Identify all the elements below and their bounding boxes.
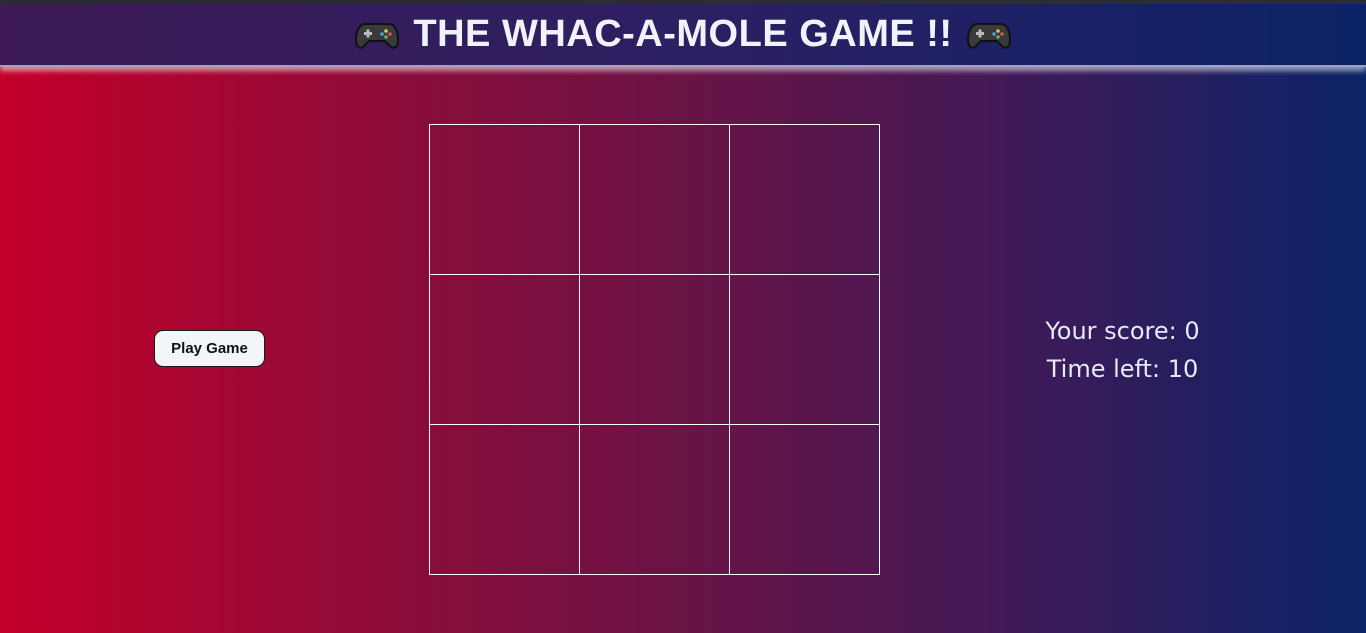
grid-cell[interactable] (728, 123, 880, 275)
grid-cell[interactable] (578, 123, 730, 275)
grid-cell[interactable] (428, 423, 580, 575)
page-title: THE WHAC-A-MOLE GAME !! (413, 13, 953, 55)
grid-cell[interactable] (578, 423, 730, 575)
score-label: Your score: (1045, 317, 1177, 345)
grid-cell[interactable] (578, 273, 730, 425)
score-value: 0 (1184, 317, 1200, 345)
gamepad-icon (966, 22, 1011, 49)
grid-cell[interactable] (728, 423, 880, 575)
time-value: 10 (1167, 355, 1199, 383)
mole-grid (428, 123, 880, 575)
play-game-button[interactable]: Play Game (154, 330, 265, 367)
page-header: THE WHAC-A-MOLE GAME !! (0, 4, 1366, 67)
time-label: Time left: (1046, 355, 1161, 383)
time-line: Time left: 10 (1000, 350, 1245, 388)
grid-cell[interactable] (728, 273, 880, 425)
grid-cell[interactable] (428, 273, 580, 425)
gamepad-icon (355, 22, 400, 49)
stats-panel: Your score: 0 Time left: 10 (1000, 312, 1245, 388)
title-wrap: THE WHAC-A-MOLE GAME !! (355, 13, 1011, 56)
score-line: Your score: 0 (1000, 312, 1245, 350)
grid-cell[interactable] (428, 123, 580, 275)
